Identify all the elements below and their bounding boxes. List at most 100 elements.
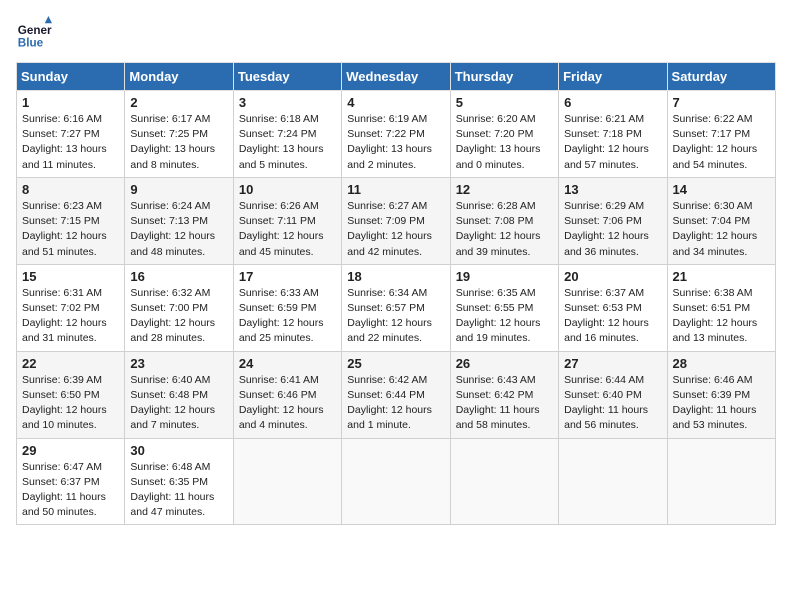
day-info-line: Sunset: 7:25 PM bbox=[130, 128, 208, 140]
day-info: Sunrise: 6:40 AM Sunset: 6:48 PM Daylight:… bbox=[130, 373, 227, 434]
day-info: Sunrise: 6:27 AMSunset: 7:09 PMDaylight:… bbox=[347, 199, 444, 260]
day-info-line: Sunset: 6:39 PM bbox=[673, 389, 751, 401]
day-number: 6 bbox=[564, 95, 661, 110]
day-info-line: Sunrise: 6:30 AM bbox=[673, 200, 753, 212]
day-info-line: Daylight: 12 hours and 57 minutes. bbox=[564, 143, 649, 170]
day-info: Sunrise: 6:16 AMSunset: 7:27 PMDaylight:… bbox=[22, 112, 119, 173]
day-info: Sunrise: 6:26 AMSunset: 7:11 PMDaylight:… bbox=[239, 199, 336, 260]
day-info: Sunrise: 6:39 AMSunset: 6:50 PMDaylight:… bbox=[22, 373, 119, 434]
day-number: 22 bbox=[22, 356, 119, 371]
day-number: 23 bbox=[130, 356, 227, 371]
day-info: Sunrise: 6:30 AM Sunset: 7:04 PM Daylight:… bbox=[673, 199, 770, 260]
day-info-line: Daylight: 12 hours and 28 minutes. bbox=[130, 317, 215, 344]
calendar-cell: 4Sunrise: 6:19 AMSunset: 7:22 PMDaylight… bbox=[342, 91, 450, 178]
day-info-line: Daylight: 12 hours and 1 minute. bbox=[347, 404, 432, 431]
day-number: 17 bbox=[239, 269, 336, 284]
day-info-line: Sunrise: 6:38 AM bbox=[673, 287, 753, 299]
day-number: 24 bbox=[239, 356, 336, 371]
day-info-line: Daylight: 12 hours and 39 minutes. bbox=[456, 230, 541, 257]
day-info-line: Sunset: 7:20 PM bbox=[456, 128, 534, 140]
calendar-cell: 22Sunrise: 6:39 AMSunset: 6:50 PMDayligh… bbox=[17, 351, 125, 438]
day-info-line: Sunrise: 6:24 AM bbox=[130, 200, 210, 212]
calendar-cell: 29Sunrise: 6:47 AMSunset: 6:37 PMDayligh… bbox=[17, 438, 125, 525]
calendar-cell: 18Sunrise: 6:34 AMSunset: 6:57 PMDayligh… bbox=[342, 264, 450, 351]
day-info-line: Daylight: 12 hours and 48 minutes. bbox=[130, 230, 215, 257]
day-number: 27 bbox=[564, 356, 661, 371]
day-number: 3 bbox=[239, 95, 336, 110]
day-info-line: Daylight: 12 hours and 54 minutes. bbox=[673, 143, 758, 170]
day-number: 2 bbox=[130, 95, 227, 110]
calendar-cell: 9Sunrise: 6:24 AMSunset: 7:13 PMDaylight… bbox=[125, 177, 233, 264]
day-info-line: Sunset: 6:35 PM bbox=[130, 476, 208, 488]
calendar-week-row: 15Sunrise: 6:31 AMSunset: 7:02 PMDayligh… bbox=[17, 264, 776, 351]
day-number: 7 bbox=[673, 95, 770, 110]
day-info-line: Daylight: 11 hours and 56 minutes. bbox=[564, 404, 648, 431]
day-info-line: Sunset: 7:09 PM bbox=[347, 215, 425, 227]
col-header-wednesday: Wednesday bbox=[342, 63, 450, 91]
day-info-line: Sunset: 7:08 PM bbox=[456, 215, 534, 227]
logo: General Blue bbox=[16, 16, 52, 52]
day-number: 14 bbox=[673, 182, 770, 197]
day-info-line: Daylight: 13 hours and 0 minutes. bbox=[456, 143, 541, 170]
calendar-cell: 2Sunrise: 6:17 AMSunset: 7:25 PMDaylight… bbox=[125, 91, 233, 178]
day-number: 11 bbox=[347, 182, 444, 197]
day-info-line: Sunrise: 6:40 AM bbox=[130, 374, 210, 386]
calendar-cell: 8Sunrise: 6:23 AMSunset: 7:15 PMDaylight… bbox=[17, 177, 125, 264]
calendar-cell: 1Sunrise: 6:16 AMSunset: 7:27 PMDaylight… bbox=[17, 91, 125, 178]
day-info: Sunrise: 6:31 AMSunset: 7:02 PMDaylight:… bbox=[22, 286, 119, 347]
day-info-line: Sunset: 6:53 PM bbox=[564, 302, 642, 314]
calendar-cell: 25 Sunrise: 6:42 AMSunset: 6:44 PMDayligh… bbox=[342, 351, 450, 438]
calendar-cell: 26Sunrise: 6:43 AMSunset: 6:42 PMDayligh… bbox=[450, 351, 558, 438]
calendar-cell: 21Sunrise: 6:38 AMSunset: 6:51 PMDayligh… bbox=[667, 264, 775, 351]
day-info-line: Sunrise: 6:20 AM bbox=[456, 113, 536, 125]
day-info-line: Sunrise: 6:42 AM bbox=[347, 374, 427, 386]
day-info-line: Sunrise: 6:37 AM bbox=[564, 287, 644, 299]
day-info-line: Daylight: 12 hours and 31 minutes. bbox=[22, 317, 107, 344]
day-info-line: Sunrise: 6:48 AM bbox=[130, 461, 210, 473]
calendar-cell: 5Sunrise: 6:20 AMSunset: 7:20 PMDaylight… bbox=[450, 91, 558, 178]
day-info-line: Daylight: 13 hours and 5 minutes. bbox=[239, 143, 324, 170]
day-info-line: Daylight: 12 hours and 16 minutes. bbox=[564, 317, 649, 344]
calendar-cell: 15Sunrise: 6:31 AMSunset: 7:02 PMDayligh… bbox=[17, 264, 125, 351]
day-info-line: Sunset: 7:04 PM bbox=[673, 215, 751, 227]
day-number: 25 bbox=[347, 356, 444, 371]
day-info-line: Daylight: 12 hours and 7 minutes. bbox=[130, 404, 215, 431]
day-info-line: Sunrise: 6:39 AM bbox=[22, 374, 102, 386]
calendar-cell: 20Sunrise: 6:37 AMSunset: 6:53 PMDayligh… bbox=[559, 264, 667, 351]
col-header-saturday: Saturday bbox=[667, 63, 775, 91]
calendar-body: 1Sunrise: 6:16 AMSunset: 7:27 PMDaylight… bbox=[17, 91, 776, 525]
day-info: Sunrise: 6:28 AM Sunset: 7:08 PM Daylight:… bbox=[456, 199, 553, 260]
calendar-cell: 11Sunrise: 6:27 AMSunset: 7:09 PMDayligh… bbox=[342, 177, 450, 264]
day-info-line: Sunset: 6:37 PM bbox=[22, 476, 100, 488]
day-info-line: Sunrise: 6:28 AM bbox=[456, 200, 536, 212]
day-info-line: Daylight: 12 hours and 19 minutes. bbox=[456, 317, 541, 344]
calendar-cell bbox=[450, 438, 558, 525]
day-number: 19 bbox=[456, 269, 553, 284]
col-header-monday: Monday bbox=[125, 63, 233, 91]
day-info-line: Sunrise: 6:16 AM bbox=[22, 113, 102, 125]
day-info-line: Sunset: 6:46 PM bbox=[239, 389, 317, 401]
day-info: Sunrise: 6:32 AMSunset: 7:00 PMDaylight:… bbox=[130, 286, 227, 347]
day-info-line: Sunset: 7:15 PM bbox=[22, 215, 100, 227]
day-info: Sunrise: 6:18 AMSunset: 7:24 PMDaylight:… bbox=[239, 112, 336, 173]
day-info-line: Daylight: 12 hours and 34 minutes. bbox=[673, 230, 758, 257]
day-info: Sunrise: 6:46 AMSunset: 6:39 PMDaylight:… bbox=[673, 373, 770, 434]
day-info: Sunrise: 6:24 AMSunset: 7:13 PMDaylight:… bbox=[130, 199, 227, 260]
day-info-line: Sunset: 7:11 PM bbox=[239, 215, 316, 227]
day-info-line: Sunset: 6:40 PM bbox=[564, 389, 642, 401]
day-info-line: Sunset: 6:48 PM bbox=[130, 389, 208, 401]
calendar-cell: 10Sunrise: 6:26 AMSunset: 7:11 PMDayligh… bbox=[233, 177, 341, 264]
calendar-cell bbox=[559, 438, 667, 525]
day-info-line: Daylight: 12 hours and 4 minutes. bbox=[239, 404, 324, 431]
day-info-line: Sunset: 7:06 PM bbox=[564, 215, 642, 227]
day-info: Sunrise: 6:42 AMSunset: 6:44 PMDaylight:… bbox=[347, 373, 444, 434]
day-info: Sunrise: 6:38 AMSunset: 6:51 PMDaylight:… bbox=[673, 286, 770, 347]
calendar-week-row: 22 Sunrise: 6:39 AM Sunset: 6:50 PM Dayligh… bbox=[17, 351, 776, 438]
day-info: Sunrise: 6:41 AMSunset: 6:46 PMDaylight:… bbox=[239, 373, 336, 434]
day-number: 30 bbox=[130, 443, 227, 458]
day-info-line: Sunset: 6:50 PM bbox=[22, 389, 100, 401]
day-info-line: Sunrise: 6:27 AM bbox=[347, 200, 427, 212]
day-info: Sunrise: 6:34 AMSunset: 6:57 PMDaylight:… bbox=[347, 286, 444, 347]
col-header-tuesday: Tuesday bbox=[233, 63, 341, 91]
day-info-line: Daylight: 12 hours and 36 minutes. bbox=[564, 230, 649, 257]
